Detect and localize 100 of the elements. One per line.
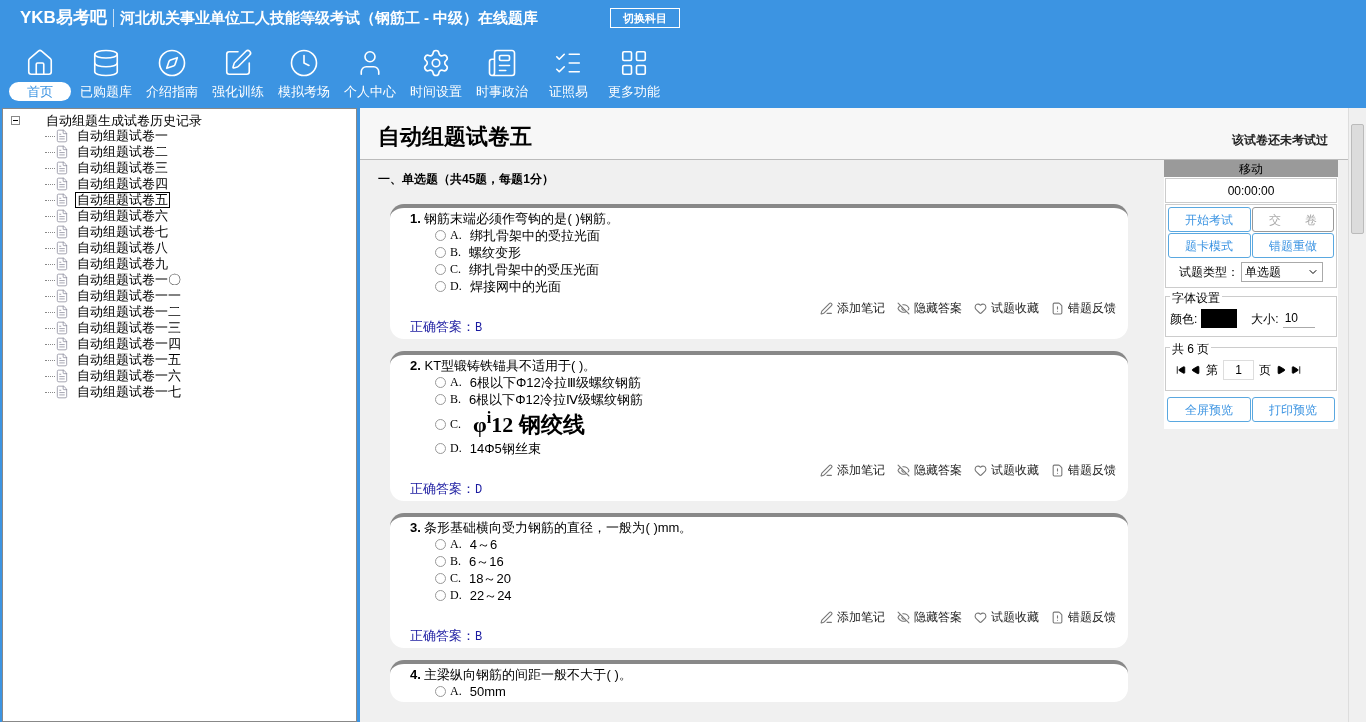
question-action[interactable]: 隐藏答案 [897, 299, 962, 317]
page-field[interactable]: 1 [1223, 360, 1254, 380]
radio-button[interactable] [435, 394, 446, 405]
question-text: 4. 主梁纵向钢筋的间距一般不大于( )。 [410, 666, 633, 683]
settings-icon[interactable] [421, 48, 451, 78]
radio-button[interactable] [435, 264, 446, 275]
database-icon[interactable] [91, 48, 121, 78]
tree-item[interactable]: 自动组题试卷二 [75, 144, 170, 160]
radio-button[interactable] [435, 281, 446, 292]
tree-item[interactable]: 自动组题试卷一六 [75, 368, 183, 384]
radio-button[interactable] [435, 573, 446, 584]
radio-button[interactable] [435, 443, 446, 454]
question-action[interactable]: 添加笔记 [820, 299, 885, 317]
option-text: 18～20 [469, 570, 511, 587]
document-icon [55, 385, 69, 399]
size-field[interactable]: 10 [1282, 309, 1315, 328]
size-label: 大小: [1251, 310, 1279, 328]
question-action[interactable]: 错题反馈 [1051, 461, 1116, 479]
question-action[interactable]: 添加笔记 [820, 608, 885, 626]
tree-item[interactable]: 自动组题试卷五 [75, 192, 170, 208]
first-page-icon[interactable] [1176, 365, 1186, 375]
color-swatch[interactable] [1201, 309, 1238, 328]
question-text: 2. KT型锻铸铁锚具不适用于( )。 [410, 357, 598, 374]
option-letter: A. [450, 683, 462, 700]
document-icon [55, 161, 69, 175]
tree-item[interactable]: 自动组题试卷七 [75, 224, 170, 240]
document-icon [55, 225, 69, 239]
tree-item[interactable]: 自动组题试卷一二 [75, 304, 183, 320]
tree-item[interactable]: 自动组题试卷一四 [75, 336, 183, 352]
tree-item[interactable]: 自动组题试卷一五 [75, 352, 183, 368]
question-action[interactable]: 隐藏答案 [897, 608, 962, 626]
eye-off-icon [897, 610, 910, 624]
grid-icon[interactable] [619, 48, 649, 78]
home-icon[interactable] [25, 48, 55, 78]
option-letter: D. [450, 278, 462, 295]
question-action[interactable]: 试题收藏 [974, 299, 1039, 317]
radio-button[interactable] [435, 247, 446, 258]
tree-item[interactable]: 自动组题试卷一 [75, 128, 170, 144]
radio-button[interactable] [435, 418, 446, 430]
tree-item[interactable]: 自动组题试卷一三 [75, 320, 183, 336]
radio-button[interactable] [435, 686, 446, 697]
tree-item[interactable]: 自动组题试卷一〇 [75, 272, 183, 288]
group-legend: 共 6 页 [1170, 340, 1212, 358]
radio-button[interactable] [435, 556, 446, 567]
newspaper-icon[interactable] [487, 48, 517, 78]
previous-page-icon[interactable] [1191, 365, 1201, 375]
app-title: 河北机关事业单位工人技能等级考试（钢筋工 - 中级）在线题库 [119, 7, 539, 28]
scrollbar-thumb[interactable] [1351, 124, 1364, 234]
document-icon [55, 273, 69, 287]
pencil-icon [820, 463, 833, 477]
tree-item[interactable]: 自动组题试卷九 [75, 256, 170, 272]
tree-item[interactable]: 自动组题试卷一一 [75, 288, 183, 304]
question-action[interactable]: 试题收藏 [974, 461, 1039, 479]
app-logo: YKB易考吧 [20, 7, 107, 30]
document-icon [55, 241, 69, 255]
option-text: 4～6 [469, 536, 498, 553]
option-letter: A. [450, 536, 462, 553]
radio-button[interactable] [435, 539, 446, 550]
pencil-icon [820, 610, 833, 624]
option-letter: A. [450, 227, 462, 244]
radio-button[interactable] [435, 590, 446, 601]
document-icon [55, 193, 69, 207]
question-action[interactable]: 添加笔记 [820, 461, 885, 479]
tree-item[interactable]: 自动组题试卷三 [75, 160, 170, 176]
question-action[interactable]: 试题收藏 [974, 608, 1039, 626]
tree-toggle[interactable] [11, 116, 20, 125]
document-icon [1051, 610, 1064, 624]
last-page-icon[interactable] [1291, 365, 1301, 375]
timer: 00:00:00 [1165, 178, 1337, 203]
option-letter: C. [450, 570, 461, 587]
question-text: 3. 条形基础横向受力钢筋的直径，一般为( )mm。 [410, 519, 694, 536]
clock-icon[interactable] [289, 48, 319, 78]
tree-item[interactable]: 自动组题试卷六 [75, 208, 170, 224]
option-text: 6根以下Φ12冷拉Ⅳ级螺纹钢筋 [469, 391, 644, 408]
scrollbar[interactable] [1348, 108, 1366, 722]
eye-off-icon [897, 463, 910, 477]
document-icon [55, 369, 69, 383]
question-action[interactable]: 错题反馈 [1051, 608, 1116, 626]
tree-item[interactable]: 自动组题试卷四 [75, 176, 170, 192]
question-action[interactable]: 错题反馈 [1051, 299, 1116, 317]
option-text: 螺纹变形 [469, 244, 521, 261]
edit-icon[interactable] [223, 48, 253, 78]
option-letter: B. [450, 391, 461, 408]
document-icon [55, 321, 69, 335]
radio-button[interactable] [435, 377, 446, 388]
radio-button[interactable] [435, 230, 446, 241]
question-action[interactable]: 隐藏答案 [897, 461, 962, 479]
heart-icon [974, 610, 987, 624]
option-letter: C. [450, 261, 461, 278]
move-bar[interactable]: 移动 [1164, 160, 1338, 177]
next-page-icon[interactable] [1276, 365, 1286, 375]
question-type-select[interactable]: 单选题 [1241, 262, 1323, 282]
question-text: 1. 钢筋末端必须作弯钩的是( )钢筋。 [410, 210, 620, 227]
section-heading: 一、单选题（共45题，每题1分） [377, 171, 556, 188]
option-letter: C. [450, 415, 461, 433]
document-icon [1051, 463, 1064, 477]
tree-item[interactable]: 自动组题试卷八 [75, 240, 170, 256]
option-text: 焊接网中的光面 [469, 278, 561, 295]
tree-item[interactable]: 自动组题试卷一七 [75, 384, 183, 400]
compass-icon[interactable] [157, 48, 187, 78]
